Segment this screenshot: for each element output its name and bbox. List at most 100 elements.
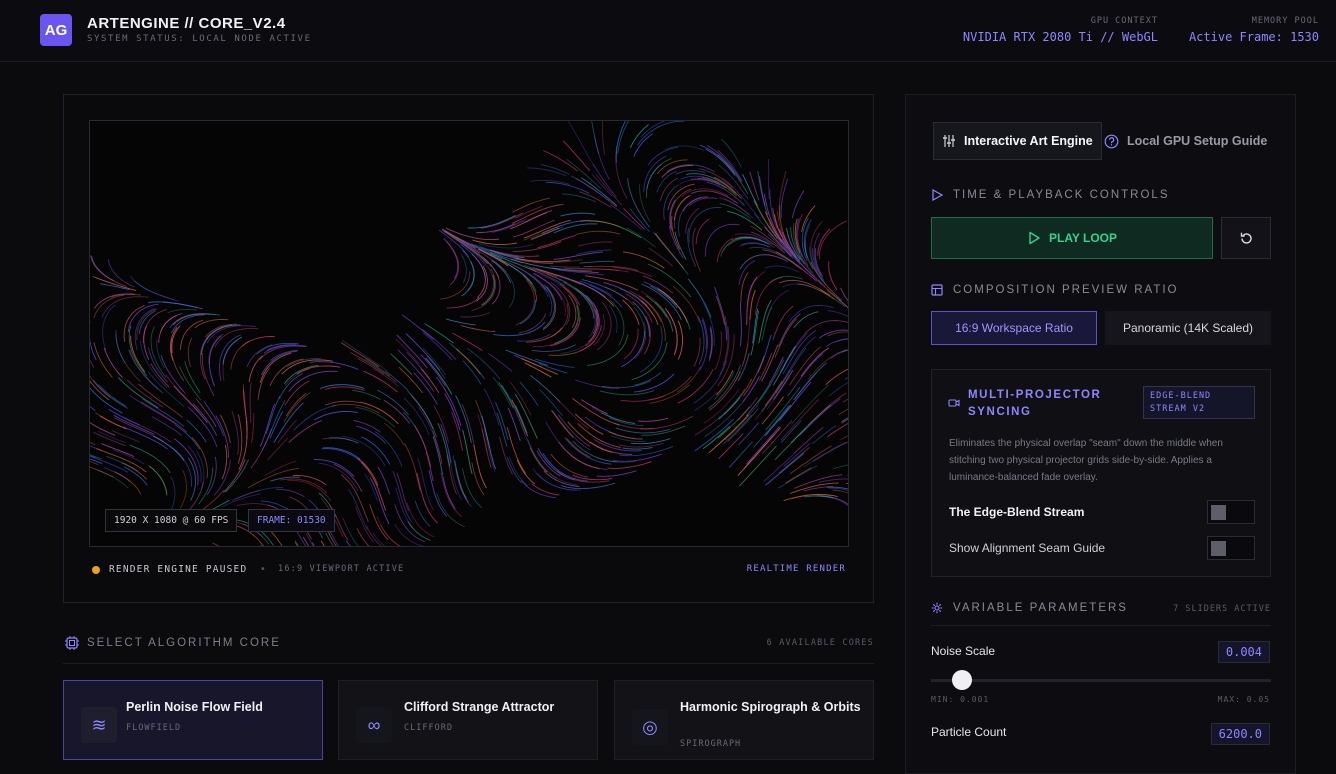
noise-scale-slider[interactable] — [931, 679, 1271, 682]
flow-stroke — [341, 475, 368, 522]
flow-stroke — [258, 370, 268, 398]
flow-stroke — [580, 261, 615, 263]
flow-stroke — [634, 372, 661, 385]
seam-guide-toggle[interactable] — [1207, 536, 1255, 560]
flow-stroke — [794, 312, 819, 328]
flow-stroke — [391, 354, 412, 375]
system-status: SYSTEM STATUS: LOCAL NODE ACTIVE — [87, 34, 312, 44]
flow-stroke — [550, 266, 580, 267]
flow-stroke — [812, 426, 836, 444]
flow-stroke — [346, 541, 392, 547]
flow-stroke — [231, 341, 249, 369]
flow-stroke — [716, 296, 724, 325]
flow-stroke — [766, 290, 789, 321]
flow-stroke — [600, 391, 654, 395]
algorithm-header: SELECT ALGORITHM CORE 6 AVAILABLE CORES — [63, 634, 874, 664]
flow-stroke — [494, 261, 514, 307]
flow-stroke — [848, 346, 849, 351]
cpu-icon — [65, 636, 79, 650]
app-header: AG ARTENGINE // CORE_V2.4 SYSTEM STATUS:… — [0, 0, 1336, 62]
reset-button[interactable] — [1221, 217, 1271, 259]
flow-stroke — [641, 121, 666, 137]
flow-stroke — [442, 230, 480, 254]
flow-stroke — [623, 448, 653, 450]
flow-stroke — [602, 121, 604, 155]
flow-stroke — [632, 342, 667, 380]
slider-handle[interactable] — [952, 670, 972, 690]
playback-section-title: TIME & PLAYBACK CONTROLS — [931, 189, 1170, 201]
flow-stroke — [362, 437, 390, 464]
flow-stroke — [578, 242, 613, 246]
flow-stroke — [618, 121, 634, 154]
flow-stroke — [499, 382, 514, 408]
ratio-16-9-button[interactable]: 16:9 Workspace Ratio — [931, 311, 1097, 345]
flow-stroke — [484, 428, 495, 472]
flow-stroke — [462, 404, 474, 447]
flow-stroke — [343, 518, 364, 547]
render-canvas[interactable]: 1920 X 1080 @ 60 FPS FRAME: 01530 — [89, 120, 849, 547]
seam-guide-label: Show Alignment Seam Guide — [949, 541, 1105, 555]
flow-stroke — [640, 184, 651, 222]
particle-count-value[interactable]: 6200.0 — [1211, 723, 1270, 745]
parameters-title: VARIABLE PARAMETERS — [931, 602, 1128, 614]
flow-stroke — [456, 349, 480, 374]
flow-stroke — [689, 198, 717, 206]
flow-stroke — [443, 476, 456, 508]
play-loop-button[interactable]: PLAY LOOP — [931, 217, 1213, 259]
flow-stroke — [577, 250, 612, 255]
ratio-title-text: COMPOSITION PREVIEW RATIO — [953, 284, 1179, 296]
edge-blend-toggle[interactable] — [1207, 500, 1255, 524]
flow-stroke — [769, 159, 770, 199]
flow-stroke — [695, 419, 734, 451]
flow-stroke — [294, 406, 336, 431]
flow-stroke — [265, 461, 297, 476]
flow-stroke — [525, 434, 548, 472]
flow-stroke — [515, 405, 527, 433]
flow-stroke — [221, 415, 231, 443]
flow-stroke — [520, 300, 535, 324]
flow-stroke — [678, 321, 682, 360]
flow-stroke — [251, 428, 272, 468]
flow-stroke — [828, 419, 849, 437]
flow-stroke — [90, 432, 102, 451]
flow-stroke — [150, 466, 167, 495]
flow-stroke — [93, 277, 136, 291]
flow-stroke — [180, 470, 186, 508]
flow-stroke — [417, 473, 438, 523]
control-sidebar: Interactive Art Engine Local GPU Setup G… — [905, 94, 1296, 774]
tab-interactive-art-engine[interactable]: Interactive Art Engine — [933, 122, 1102, 160]
flow-stroke — [597, 471, 637, 476]
flow-stroke — [361, 462, 386, 510]
multi-projector-panel: MULTI-PROJECTOR SYNCING EDGE-BLEND STREA… — [931, 369, 1271, 577]
flow-stroke — [90, 410, 95, 445]
flow-stroke — [751, 232, 785, 253]
flow-stroke — [720, 204, 751, 219]
flow-stroke — [452, 412, 463, 450]
flow-stroke — [579, 192, 610, 207]
app-title: ARTENGINE // CORE_V2.4 — [87, 15, 286, 32]
ratio-panoramic-button[interactable]: Panoramic (14K Scaled) — [1105, 311, 1271, 345]
flow-stroke — [185, 361, 200, 392]
algorithm-card-clifford[interactable]: ∞ Clifford Strange Attractor CLIFFORD — [338, 680, 598, 760]
algorithm-card-spirograph[interactable]: ◎ Harmonic Spirograph & Orbits SPIROGRAP… — [614, 680, 874, 760]
flow-stroke — [513, 198, 550, 212]
noise-scale-value[interactable]: 0.004 — [1218, 641, 1270, 663]
flow-stroke — [341, 343, 379, 367]
card-code: CLIFFORD — [404, 723, 453, 733]
flow-stroke — [506, 350, 548, 365]
flow-stroke — [696, 219, 709, 244]
flow-stroke — [581, 400, 607, 414]
algorithm-card-flowfield[interactable]: ≋ Perlin Noise Flow Field FLOWFIELD — [63, 680, 323, 760]
tab-local-gpu-setup-guide[interactable]: Local GPU Setup Guide — [1102, 122, 1272, 160]
flow-stroke — [765, 405, 791, 436]
playback-title-text: TIME & PLAYBACK CONTROLS — [953, 189, 1170, 201]
flow-stroke — [403, 412, 426, 450]
flow-stroke — [760, 353, 772, 380]
flow-stroke — [819, 479, 849, 482]
flow-stroke — [779, 382, 811, 421]
flow-stroke — [444, 238, 458, 278]
flow-stroke — [157, 340, 165, 369]
flow-stroke — [538, 235, 576, 247]
parameters-title-text: VARIABLE PARAMETERS — [953, 602, 1128, 614]
flow-stroke — [647, 164, 662, 189]
